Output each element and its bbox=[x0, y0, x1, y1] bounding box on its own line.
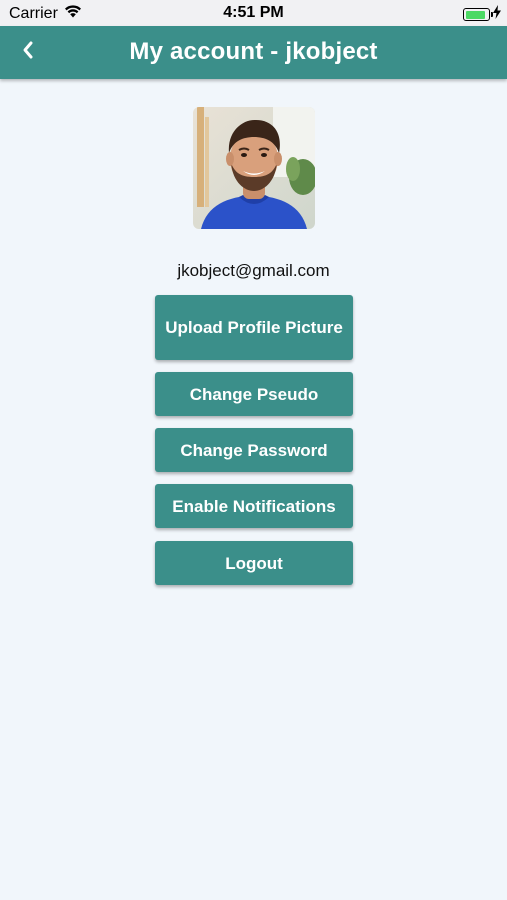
logout-button[interactable]: Logout bbox=[155, 541, 353, 585]
page-title: My account - jkobject bbox=[129, 38, 378, 65]
battery-icon bbox=[463, 8, 493, 21]
avatar bbox=[193, 107, 315, 229]
app-header: My account - jkobject bbox=[0, 26, 507, 79]
user-email: jkobject@gmail.com bbox=[177, 261, 330, 280]
change-pseudo-button[interactable]: Change Pseudo bbox=[155, 372, 353, 416]
upload-profile-picture-button[interactable]: Upload Profile Picture bbox=[155, 295, 353, 360]
charging-bolt-icon bbox=[493, 5, 501, 24]
change-password-button[interactable]: Change Password bbox=[155, 428, 353, 472]
battery-fill bbox=[465, 10, 486, 19]
status-right-group bbox=[463, 5, 501, 24]
status-time: 4:51 PM bbox=[223, 4, 284, 21]
account-screen: Carrier 4:51 PM My account - jkobject jk… bbox=[0, 0, 507, 900]
enable-notifications-button[interactable]: Enable Notifications bbox=[155, 484, 353, 528]
status-bar: Carrier 4:51 PM bbox=[0, 0, 507, 26]
